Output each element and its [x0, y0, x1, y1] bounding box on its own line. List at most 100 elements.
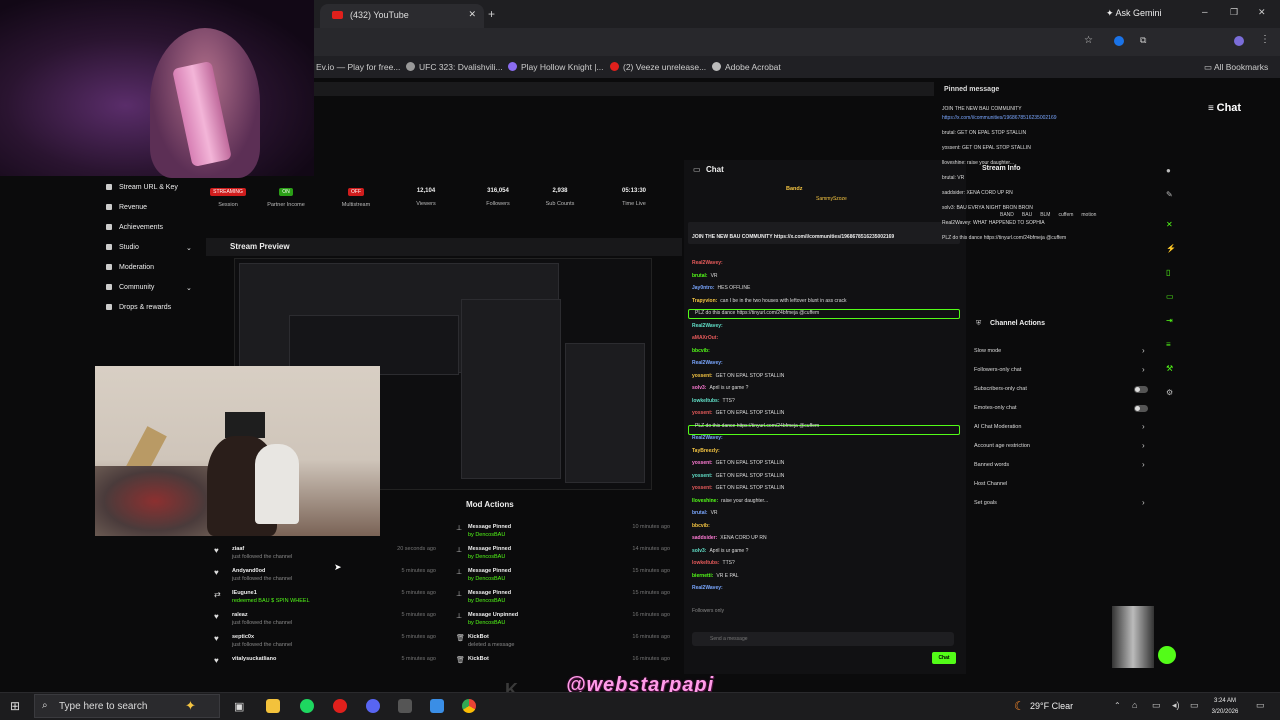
chevron-right-icon[interactable]: › — [1142, 422, 1145, 431]
chevron-right-icon[interactable]: › — [1142, 365, 1145, 374]
display-icon[interactable]: ▭ — [1152, 700, 1161, 711]
chat-username[interactable]: yossent: — [692, 373, 713, 379]
bookmark-star-icon[interactable]: ☆ — [1084, 35, 1093, 46]
network-icon[interactable]: ⌂ — [1132, 700, 1137, 710]
settings-icon[interactable]: ● — [1166, 166, 1176, 176]
chat-username[interactable]: saddsider: — [692, 535, 717, 541]
sidebar-item-achievements[interactable]: Achievements — [106, 224, 163, 231]
battery-icon[interactable]: ▭ — [1190, 700, 1199, 711]
chat-pinned-message[interactable]: JOIN THE NEW BAU COMMUNITY https://x.com… — [688, 222, 960, 244]
chat-username[interactable]: biernetti: — [692, 573, 713, 579]
toggle-switch[interactable] — [1134, 405, 1148, 412]
kick-green-circle-icon[interactable] — [1158, 646, 1176, 664]
wrench-icon[interactable]: ⚒ — [1166, 364, 1176, 374]
bookmark-item[interactable]: Ev.io — Play for free... — [316, 62, 400, 72]
channel-action-row[interactable]: Slow mode — [974, 348, 1001, 354]
chat-send-button[interactable]: Chat — [932, 652, 956, 664]
pencil-icon[interactable]: ✎ — [1166, 190, 1176, 200]
channel-action-row[interactable]: Subscribers-only chat — [974, 386, 1027, 392]
profile-avatar[interactable] — [1234, 36, 1244, 46]
close-tab-icon[interactable]: ✕ — [468, 9, 476, 20]
new-tab-button[interactable]: + — [488, 7, 495, 21]
expand-icon[interactable]: ⇥ — [1166, 316, 1176, 326]
close-icon[interactable]: ✕ — [1166, 220, 1176, 230]
chat-username[interactable]: Jay0ntro: — [692, 285, 715, 291]
channel-action-row[interactable]: Account age restriction — [974, 443, 1030, 449]
volume-icon[interactable]: ◂) — [1172, 700, 1180, 711]
chat-username[interactable]: lowkeltubs: — [692, 398, 720, 404]
extensions-icon[interactable]: ⧉ — [1140, 35, 1146, 46]
tray-chevron-icon[interactable]: ⌃ — [1114, 701, 1121, 710]
bookmark-item[interactable]: Play Hollow Knight |... — [508, 62, 604, 72]
close-window-icon[interactable]: ✕ — [1258, 7, 1266, 18]
sidebar-item-drops[interactable]: Drops & rewards — [106, 304, 171, 311]
bookmark-item[interactable]: (2) Veeze unrelease... — [610, 62, 706, 72]
chat-username[interactable]: Real2Wavey: — [692, 585, 723, 591]
chrome-icon[interactable] — [462, 699, 476, 713]
chat-username[interactable]: yossent: — [692, 473, 713, 479]
sidebar-item-revenue[interactable]: Revenue — [106, 204, 147, 211]
chat-username[interactable]: Trapyvion: — [692, 298, 717, 304]
taskbar-search[interactable]: ⌕ Type here to search ✦ — [34, 694, 220, 718]
tag[interactable]: cuffem — [1058, 212, 1073, 218]
app-blue-icon[interactable] — [430, 699, 444, 713]
windows-start-icon[interactable]: ⊞ — [10, 699, 20, 713]
message-icon[interactable]: ▭ — [1166, 292, 1176, 302]
app-red-icon[interactable] — [333, 699, 347, 713]
gemini-button[interactable]: ✦ Ask Gemini — [1106, 8, 1162, 19]
chevron-right-icon[interactable]: › — [1142, 441, 1145, 450]
tag[interactable]: motion — [1081, 212, 1096, 218]
toggle-switch[interactable] — [1134, 386, 1148, 393]
chat-username[interactable]: yossent: — [692, 410, 713, 416]
menu-icon[interactable]: ⋮ — [1260, 34, 1270, 45]
list-icon[interactable]: ≡ — [1166, 340, 1176, 350]
channel-action-row[interactable]: Set goals — [974, 500, 997, 506]
sidebar-item-community[interactable]: Community ⌄ — [106, 284, 192, 292]
chat-username[interactable]: Real2Wavey: — [692, 435, 723, 441]
browser-tab-youtube[interactable]: (432) YouTube ✕ — [320, 4, 484, 28]
chat-username[interactable]: TayBreezly: — [692, 448, 720, 454]
tag[interactable]: BAND — [1000, 212, 1014, 218]
chat-username[interactable]: aMAXrOut: — [692, 335, 718, 341]
sidebar-item-stream-url[interactable]: Stream URL & Key — [106, 184, 178, 191]
chevron-right-icon[interactable]: › — [1142, 460, 1145, 469]
gear-icon[interactable]: ⚙ — [1166, 388, 1176, 398]
channel-action-row[interactable]: Host Channel — [974, 481, 1007, 487]
task-view-icon[interactable]: ▣ — [234, 700, 244, 713]
app-icon[interactable] — [398, 699, 412, 713]
maximize-icon[interactable]: ❐ — [1230, 7, 1238, 18]
bookmark-item[interactable]: Adobe Acrobat — [712, 62, 781, 72]
chat-username[interactable]: brutal: — [692, 273, 708, 279]
notifications-icon[interactable]: ▭ — [1256, 700, 1265, 711]
chat-username[interactable]: Real2Wavey: — [692, 360, 723, 366]
chevron-right-icon[interactable]: › — [1142, 498, 1145, 507]
chat-username[interactable]: brutal: — [692, 510, 708, 516]
tag[interactable]: BAU — [1022, 212, 1032, 218]
all-bookmarks[interactable]: ▭ All Bookmarks — [1204, 62, 1268, 73]
chat-username[interactable]: bbcvib: — [692, 348, 710, 354]
sidebar-item-studio[interactable]: Studio ⌄ — [106, 244, 192, 252]
chat-username[interactable]: lowkeltubs: — [692, 560, 720, 566]
discord-icon[interactable] — [366, 699, 380, 713]
chat-username[interactable]: lloveshine: — [692, 498, 718, 504]
tag[interactable]: BLM — [1040, 212, 1050, 218]
channel-action-row[interactable]: AI Chat Moderation — [974, 424, 1021, 430]
chat-toggle-button[interactable]: ≡ Chat — [1208, 102, 1258, 122]
channel-action-row[interactable]: Banned words — [974, 462, 1009, 468]
chat-username[interactable]: solv3: — [692, 548, 706, 554]
chat-username[interactable]: bbcvib: — [692, 523, 710, 529]
channel-action-row[interactable]: Emotes-only chat — [974, 405, 1017, 411]
phone-icon[interactable]: ▯ — [1166, 268, 1176, 278]
chat-username[interactable]: Real2Wavey: — [692, 260, 723, 266]
chat-username[interactable]: Real2Wavey: — [692, 323, 723, 329]
file-explorer-icon[interactable] — [266, 699, 280, 713]
extension-icon[interactable] — [1114, 36, 1124, 46]
chat-input[interactable]: Send a message — [692, 632, 954, 646]
bolt-icon[interactable]: ⚡ — [1166, 244, 1176, 254]
taskbar-clock[interactable]: 3:24 AM 3/20/2026 — [1208, 696, 1242, 718]
taskbar-weather[interactable]: 29°F Clear — [1030, 701, 1073, 711]
bookmark-item[interactable]: UFC 323: Dvalishvili... — [406, 62, 503, 72]
chevron-right-icon[interactable]: › — [1142, 346, 1145, 355]
chat-username[interactable]: yossent: — [692, 485, 713, 491]
chat-username[interactable]: solv3: — [692, 385, 706, 391]
